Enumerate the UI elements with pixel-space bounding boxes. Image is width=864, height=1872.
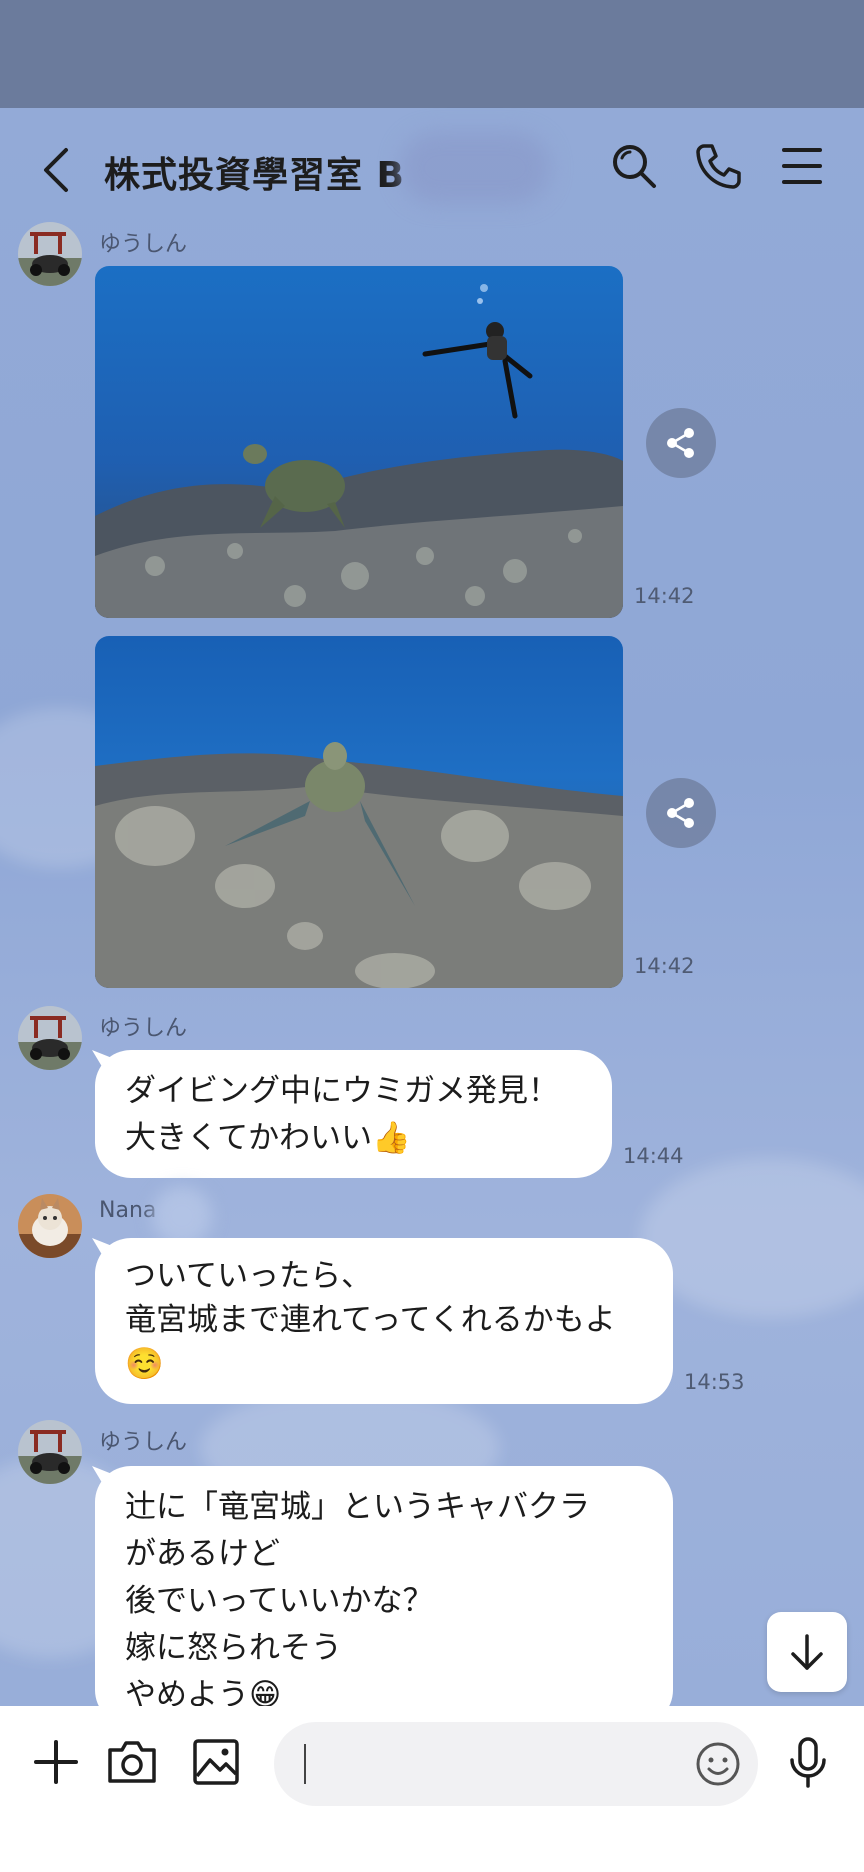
share-icon (667, 428, 694, 458)
search-icon (613, 145, 656, 188)
message-text: ダイビング中にウミガメ発見！ (125, 1073, 559, 1109)
arrow-down-icon (791, 1634, 823, 1670)
voice-button[interactable] (780, 1734, 836, 1790)
message-time: 14:42 (634, 584, 695, 608)
add-button[interactable] (28, 1734, 84, 1790)
message-text: ☺️ (125, 1346, 164, 1382)
text-caret (304, 1744, 306, 1784)
message-bubble[interactable]: ついていったら、 竜宮城まで連れてってくれるかもよ ☺️ (95, 1238, 673, 1404)
message-input[interactable] (274, 1722, 758, 1806)
search-button[interactable] (608, 140, 660, 192)
avatar[interactable] (18, 1420, 82, 1484)
sender-name: ゆうしん (99, 1430, 188, 1455)
image-icon (193, 1739, 239, 1785)
share-button[interactable] (646, 778, 716, 848)
plus-icon (34, 1740, 78, 1784)
message-bubble[interactable]: ダイビング中にウミガメ発見！ 大きくてかわいい👍 (95, 1050, 612, 1178)
message-text: 大きくてかわいい👍 (125, 1120, 411, 1156)
sender-name: ゆうしん (99, 232, 188, 257)
message-time: 14:53 (684, 1370, 745, 1394)
name-redaction (152, 1186, 212, 1246)
photo-message[interactable] (95, 636, 623, 988)
message-text: 辻に「竜宮城」というキャバクラ (125, 1489, 590, 1525)
camera-button[interactable] (104, 1734, 160, 1790)
mic-icon (790, 1737, 826, 1788)
message-text: があるけど (125, 1536, 280, 1572)
sender-name: Nana (99, 1198, 157, 1223)
avatar[interactable] (18, 222, 82, 286)
emoji-button[interactable] (690, 1736, 746, 1792)
menu-icon (782, 148, 822, 184)
message-text: ついていったら、 (125, 1258, 373, 1294)
phone-icon (696, 144, 741, 189)
message-text: 竜宮城まで連れてってくれるかもよ (125, 1302, 616, 1338)
message-time: 14:42 (634, 954, 695, 978)
sender-name: ゆうしん (99, 1016, 188, 1041)
title-redaction (400, 132, 550, 204)
share-button[interactable] (646, 408, 716, 478)
photo-message[interactable] (95, 266, 623, 618)
emoji-icon (696, 1742, 740, 1786)
call-button[interactable] (692, 140, 744, 192)
message-text: 嫁に怒られそう (125, 1630, 342, 1666)
message-time: 14:44 (623, 1144, 684, 1168)
status-bar (0, 0, 864, 108)
message-text: 後でいっていいかな？ (125, 1583, 434, 1619)
back-button[interactable] (36, 142, 76, 198)
camera-icon (108, 1741, 156, 1783)
share-icon (667, 798, 694, 828)
menu-button[interactable] (776, 140, 828, 192)
message-bubble[interactable]: 辻に「竜宮城」というキャバクラ があるけど 後でいっていいかな？ 嫁に怒られそう… (95, 1466, 673, 1726)
gallery-button[interactable] (188, 1734, 244, 1790)
avatar[interactable] (18, 1006, 82, 1070)
chevron-left-icon (44, 148, 68, 192)
chat-title: 株式投資學習室 B (104, 155, 405, 196)
scroll-to-bottom-button[interactable] (767, 1612, 847, 1692)
avatar[interactable] (18, 1194, 82, 1258)
